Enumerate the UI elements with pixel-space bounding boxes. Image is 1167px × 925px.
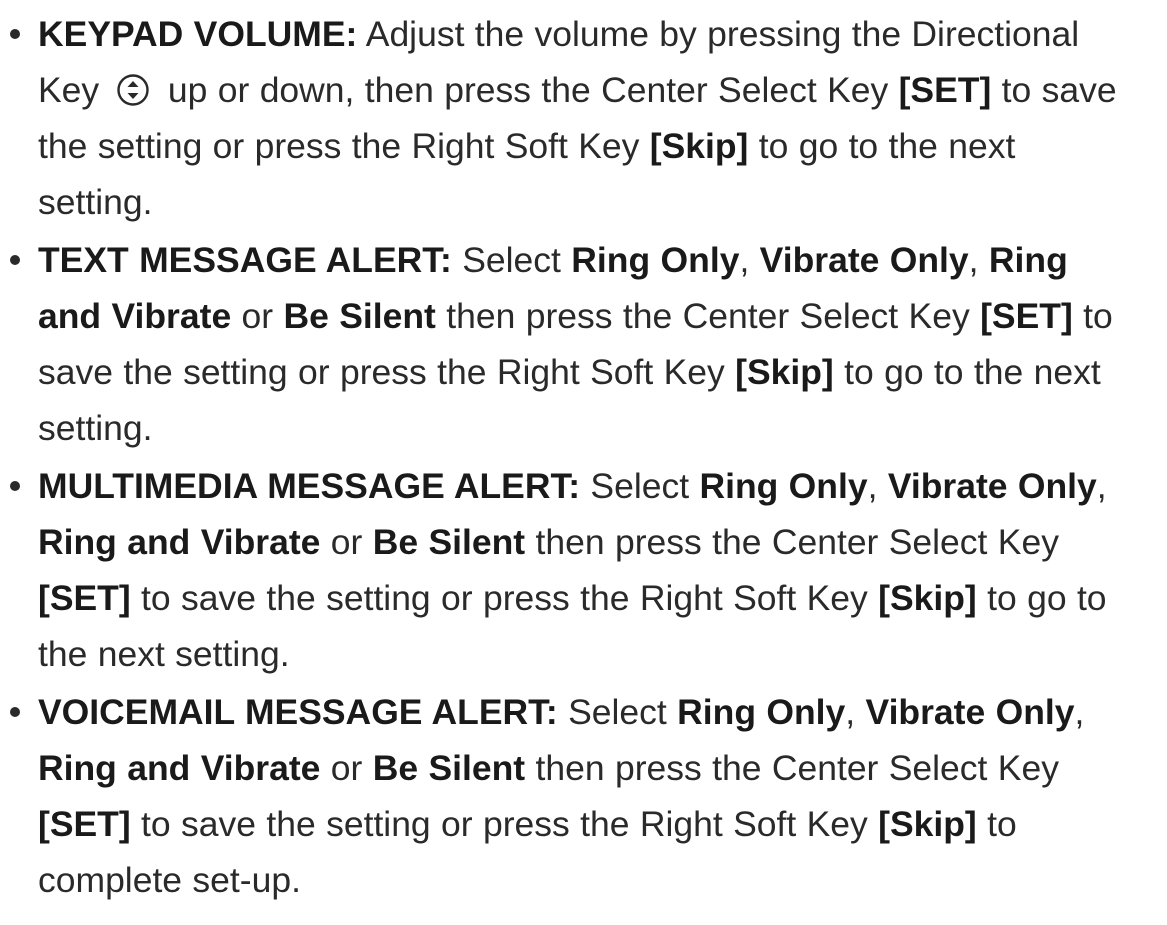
skip-key-label: [Skip] <box>878 578 977 618</box>
item-text: , <box>1096 466 1107 506</box>
item-heading: KEYPAD VOLUME: <box>38 14 358 54</box>
item-text: , <box>1074 692 1085 732</box>
multimedia-message-alert-item: MULTIMEDIA MESSAGE ALERT: Select Ring On… <box>10 458 1120 682</box>
set-key-label: [SET] <box>38 578 131 618</box>
option-ring-and-vibrate: Ring and Vibrate <box>38 748 321 788</box>
item-text: , <box>845 692 866 732</box>
item-text: , <box>739 240 760 280</box>
directional-key-icon <box>116 73 150 107</box>
voicemail-message-alert-item: VOICEMAIL MESSAGE ALERT: Select Ring Onl… <box>10 684 1120 908</box>
option-be-silent: Be Silent <box>372 522 526 562</box>
item-heading: MULTIMEDIA MESSAGE ALERT: <box>38 466 581 506</box>
item-text: Select <box>451 240 572 280</box>
settings-bullet-list: KEYPAD VOLUME: Adjust the volume by pres… <box>0 6 1120 908</box>
item-text: or <box>320 522 373 562</box>
option-be-silent: Be Silent <box>372 748 526 788</box>
item-text: Select <box>580 466 700 506</box>
option-ring-only: Ring Only <box>677 692 846 732</box>
set-key-label: [SET] <box>38 804 131 844</box>
keypad-volume-item: KEYPAD VOLUME: Adjust the volume by pres… <box>10 6 1120 230</box>
skip-key-label: [Skip] <box>649 126 749 166</box>
item-text: then press the Center Select Key <box>435 296 981 336</box>
item-text: , <box>968 240 989 280</box>
option-ring-only: Ring Only <box>571 240 740 280</box>
item-text: , <box>867 466 888 506</box>
item-heading: VOICEMAIL MESSAGE ALERT: <box>38 692 558 732</box>
item-text: or <box>231 296 284 336</box>
text-message-alert-item: TEXT MESSAGE ALERT: Select Ring Only, Vi… <box>10 232 1120 456</box>
item-text: up or down, then press the Center Select… <box>157 70 899 110</box>
item-text: then press the Center Select Key <box>525 522 1059 562</box>
set-key-label: [SET] <box>980 296 1073 336</box>
option-ring-only: Ring Only <box>699 466 868 506</box>
option-ring-and-vibrate: Ring and Vibrate <box>38 522 321 562</box>
set-key-label: [SET] <box>898 70 992 110</box>
skip-key-label: [Skip] <box>878 804 977 844</box>
option-vibrate-only: Vibrate Only <box>887 466 1097 506</box>
option-vibrate-only: Vibrate Only <box>759 240 969 280</box>
item-text: then press the Center Select Key <box>525 748 1059 788</box>
item-text: to save the setting or press the Right S… <box>130 578 879 618</box>
item-heading: TEXT MESSAGE ALERT: <box>38 240 452 280</box>
option-be-silent: Be Silent <box>283 296 436 336</box>
skip-key-label: [Skip] <box>735 352 834 392</box>
item-text: to save the setting or press the Right S… <box>130 804 879 844</box>
item-text: Select <box>557 692 678 732</box>
option-vibrate-only: Vibrate Only <box>865 692 1075 732</box>
manual-page: KEYPAD VOLUME: Adjust the volume by pres… <box>0 0 1167 925</box>
item-text: or <box>320 748 373 788</box>
